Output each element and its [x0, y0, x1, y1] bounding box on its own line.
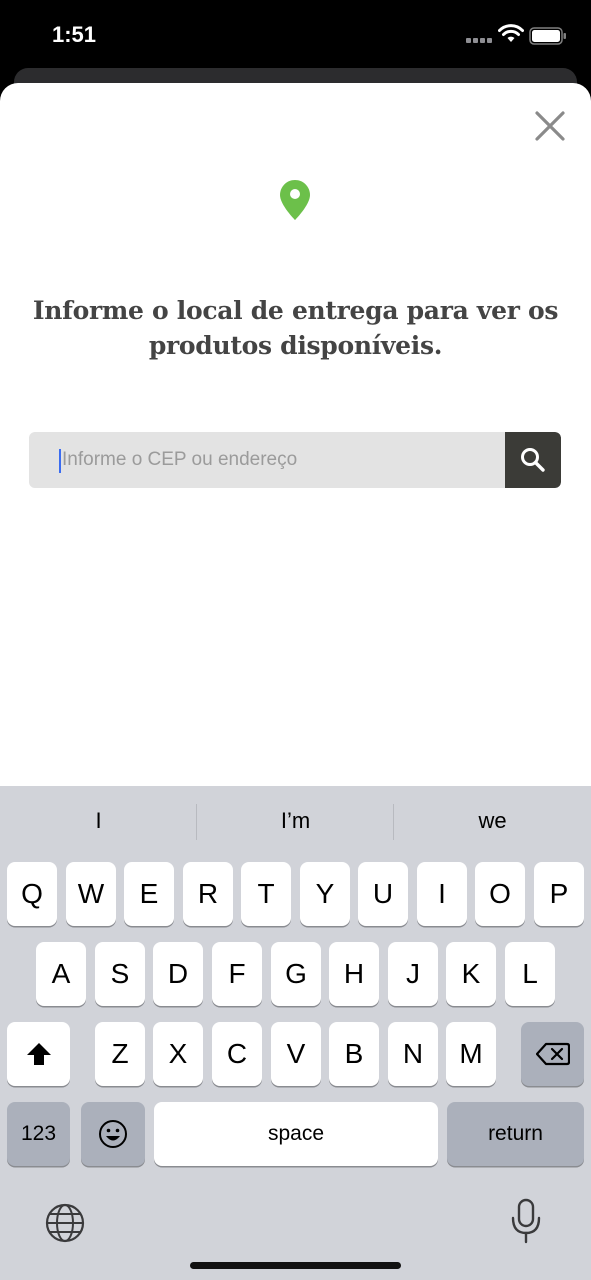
- key-l[interactable]: L: [505, 942, 555, 1006]
- search-input[interactable]: [29, 432, 505, 488]
- suggestion-item[interactable]: we: [394, 808, 591, 834]
- key-z[interactable]: Z: [95, 1022, 145, 1086]
- key-f[interactable]: F: [212, 942, 262, 1006]
- battery-icon: [529, 27, 566, 45]
- key-k[interactable]: K: [446, 942, 496, 1006]
- location-pin-icon: [280, 180, 310, 220]
- backspace-key[interactable]: [521, 1022, 584, 1086]
- suggestion-item[interactable]: I: [0, 808, 197, 834]
- shift-icon: [26, 1043, 51, 1065]
- globe-icon[interactable]: [44, 1202, 86, 1244]
- key-q[interactable]: Q: [7, 862, 57, 926]
- suggestion-item[interactable]: I’m: [197, 808, 394, 834]
- wifi-icon: [498, 24, 524, 42]
- key-s[interactable]: S: [95, 942, 145, 1006]
- key-r[interactable]: R: [183, 862, 233, 926]
- space-key[interactable]: space: [154, 1102, 438, 1166]
- numbers-key[interactable]: 123: [7, 1102, 70, 1166]
- key-o[interactable]: O: [475, 862, 525, 926]
- search-button[interactable]: [505, 432, 561, 488]
- key-e[interactable]: E: [124, 862, 174, 926]
- key-v[interactable]: V: [271, 1022, 321, 1086]
- key-d[interactable]: D: [153, 942, 203, 1006]
- key-b[interactable]: B: [329, 1022, 379, 1086]
- key-a[interactable]: A: [36, 942, 86, 1006]
- key-x[interactable]: X: [153, 1022, 203, 1086]
- key-u[interactable]: U: [358, 862, 408, 926]
- emoji-key[interactable]: [81, 1102, 145, 1166]
- key-j[interactable]: J: [388, 942, 438, 1006]
- return-key[interactable]: return: [447, 1102, 584, 1166]
- key-h[interactable]: H: [329, 942, 379, 1006]
- key-p[interactable]: P: [534, 862, 584, 926]
- onscreen-keyboard: I I’m we Q W E R T Y U I O P A S D F G H…: [0, 786, 591, 1280]
- key-y[interactable]: Y: [300, 862, 350, 926]
- home-indicator: [190, 1262, 401, 1269]
- key-m[interactable]: M: [446, 1022, 496, 1086]
- backspace-icon: [535, 1042, 570, 1066]
- key-c[interactable]: C: [212, 1022, 262, 1086]
- suggestion-bar: I I’m we: [0, 786, 591, 860]
- search-bar: [29, 432, 561, 488]
- text-caret: [59, 449, 61, 473]
- key-t[interactable]: T: [241, 862, 291, 926]
- shift-key[interactable]: [7, 1022, 70, 1086]
- key-n[interactable]: N: [388, 1022, 438, 1086]
- key-i[interactable]: I: [417, 862, 467, 926]
- close-icon[interactable]: [530, 106, 570, 146]
- search-icon: [521, 448, 545, 472]
- cellular-signal-icon: [466, 38, 492, 44]
- status-bar: 1:51: [0, 0, 591, 70]
- microphone-icon[interactable]: [510, 1198, 542, 1244]
- emoji-icon: [99, 1120, 127, 1148]
- key-g[interactable]: G: [271, 942, 321, 1006]
- status-time: 1:51: [52, 22, 97, 47]
- page-title: Informe o local de entrega para ver os p…: [32, 296, 559, 360]
- key-w[interactable]: W: [66, 862, 116, 926]
